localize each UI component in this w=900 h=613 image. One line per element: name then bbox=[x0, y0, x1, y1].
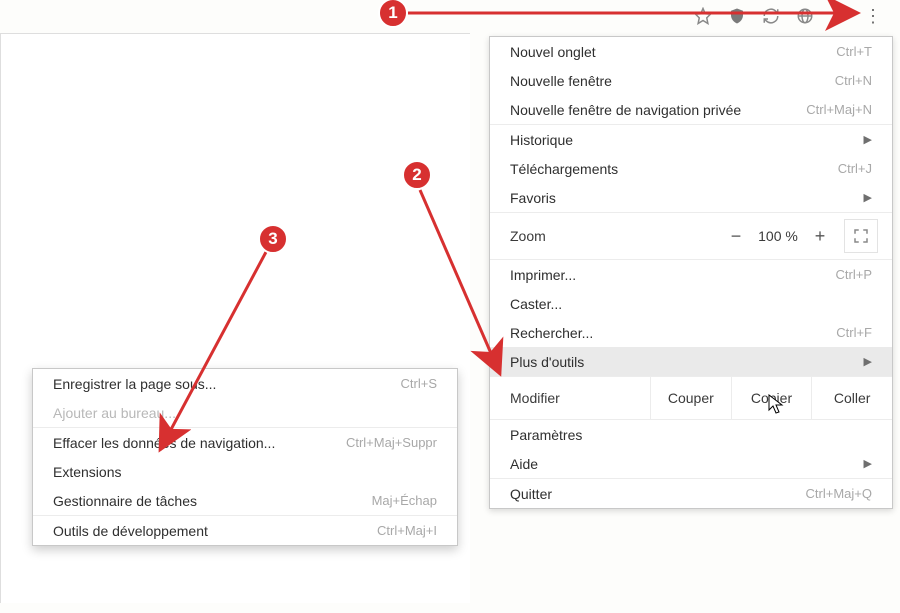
menu-shortcut: Ctrl+Maj+Q bbox=[772, 486, 872, 501]
menu-downloads[interactable]: Téléchargements Ctrl+J bbox=[490, 154, 892, 183]
menu-bookmarks[interactable]: Favoris ▶ bbox=[490, 183, 892, 212]
star-icon[interactable] bbox=[694, 7, 712, 25]
menu-label: Favoris bbox=[510, 190, 864, 206]
globe-icon[interactable] bbox=[796, 7, 814, 25]
menu-shortcut: Ctrl+Maj+N bbox=[772, 102, 872, 117]
menu-shortcut: Ctrl+S bbox=[337, 376, 437, 391]
menu-settings[interactable]: Paramètres bbox=[490, 420, 892, 449]
submenu-extensions[interactable]: Extensions bbox=[33, 457, 457, 486]
menu-label: Nouvelle fenêtre bbox=[510, 73, 772, 89]
menu-label: Imprimer... bbox=[510, 267, 772, 283]
menu-label: Historique bbox=[510, 132, 864, 148]
zoom-value: 100 % bbox=[750, 228, 806, 244]
menu-label: Paramètres bbox=[510, 427, 872, 443]
menu-shortcut: Ctrl+J bbox=[772, 161, 872, 176]
menu-new-window[interactable]: Nouvelle fenêtre Ctrl+N bbox=[490, 66, 892, 95]
menu-label: Rechercher... bbox=[510, 325, 772, 341]
submenu-add-desktop: Ajouter au bureau... bbox=[33, 398, 457, 427]
chrome-main-menu: Nouvel onglet Ctrl+T Nouvelle fenêtre Ct… bbox=[489, 36, 893, 509]
chevron-right-icon: ▶ bbox=[864, 457, 872, 470]
shield-icon[interactable] bbox=[728, 7, 746, 25]
menu-label: Outils de développement bbox=[53, 523, 337, 539]
menu-label: Modifier bbox=[510, 390, 650, 406]
submenu-dev-tools[interactable]: Outils de développement Ctrl+Maj+I bbox=[33, 516, 457, 545]
menu-label: Quitter bbox=[510, 486, 772, 502]
submenu-clear-data[interactable]: Effacer les données de navigation... Ctr… bbox=[33, 428, 457, 457]
refresh-icon[interactable] bbox=[762, 7, 780, 25]
menu-label: Aide bbox=[510, 456, 864, 472]
menu-label: Enregistrer la page sous... bbox=[53, 376, 337, 392]
menu-shortcut: Maj+Échap bbox=[337, 493, 437, 508]
menu-print[interactable]: Imprimer... Ctrl+P bbox=[490, 260, 892, 289]
edit-cut-button[interactable]: Couper bbox=[650, 377, 731, 419]
zoom-in-button[interactable]: + bbox=[806, 222, 834, 250]
menu-shortcut: Ctrl+N bbox=[772, 73, 872, 88]
menu-label: Ajouter au bureau... bbox=[53, 405, 437, 421]
menu-new-incognito[interactable]: Nouvelle fenêtre de navigation privée Ct… bbox=[490, 95, 892, 124]
zoom-out-button[interactable]: − bbox=[722, 222, 750, 250]
submenu-task-manager[interactable]: Gestionnaire de tâches Maj+Échap bbox=[33, 486, 457, 515]
menu-more-tools[interactable]: Plus d'outils ▶ bbox=[490, 347, 892, 376]
menu-label: Effacer les données de navigation... bbox=[53, 435, 337, 451]
menu-label: Téléchargements bbox=[510, 161, 772, 177]
more-tools-submenu: Enregistrer la page sous... Ctrl+S Ajout… bbox=[32, 368, 458, 546]
menu-shortcut: Ctrl+F bbox=[772, 325, 872, 340]
menu-label: Nouvelle fenêtre de navigation privée bbox=[510, 102, 772, 118]
menu-label: Plus d'outils bbox=[510, 354, 864, 370]
menu-new-tab[interactable]: Nouvel onglet Ctrl+T bbox=[490, 37, 892, 66]
menu-zoom-row: Zoom − 100 % + bbox=[490, 213, 892, 259]
lock-icon[interactable] bbox=[830, 7, 848, 25]
annotation-step-3: 3 bbox=[258, 224, 288, 254]
menu-shortcut: Ctrl+Maj+I bbox=[337, 523, 437, 538]
menu-label: Gestionnaire de tâches bbox=[53, 493, 337, 509]
menu-edit-row: Modifier Couper Copier Coller bbox=[490, 377, 892, 419]
submenu-save-as[interactable]: Enregistrer la page sous... Ctrl+S bbox=[33, 369, 457, 398]
menu-find[interactable]: Rechercher... Ctrl+F bbox=[490, 318, 892, 347]
menu-history[interactable]: Historique ▶ bbox=[490, 125, 892, 154]
mouse-cursor-icon bbox=[768, 394, 784, 416]
browser-toolbar: ⋮ bbox=[0, 0, 900, 32]
annotation-step-2: 2 bbox=[402, 160, 432, 190]
menu-label: Zoom bbox=[510, 228, 722, 244]
menu-shortcut: Ctrl+T bbox=[772, 44, 872, 59]
fullscreen-button[interactable] bbox=[844, 219, 878, 253]
edit-paste-button[interactable]: Coller bbox=[811, 377, 892, 419]
menu-quit[interactable]: Quitter Ctrl+Maj+Q bbox=[490, 479, 892, 508]
chevron-right-icon: ▶ bbox=[864, 133, 872, 146]
menu-shortcut: Ctrl+P bbox=[772, 267, 872, 282]
menu-label: Extensions bbox=[53, 464, 437, 480]
chevron-right-icon: ▶ bbox=[864, 191, 872, 204]
menu-shortcut: Ctrl+Maj+Suppr bbox=[337, 435, 437, 450]
menu-label: Caster... bbox=[510, 296, 872, 312]
menu-label: Nouvel onglet bbox=[510, 44, 772, 60]
kebab-menu-icon[interactable]: ⋮ bbox=[864, 7, 882, 25]
menu-cast[interactable]: Caster... bbox=[490, 289, 892, 318]
chevron-right-icon: ▶ bbox=[864, 355, 872, 368]
menu-help[interactable]: Aide ▶ bbox=[490, 449, 892, 478]
